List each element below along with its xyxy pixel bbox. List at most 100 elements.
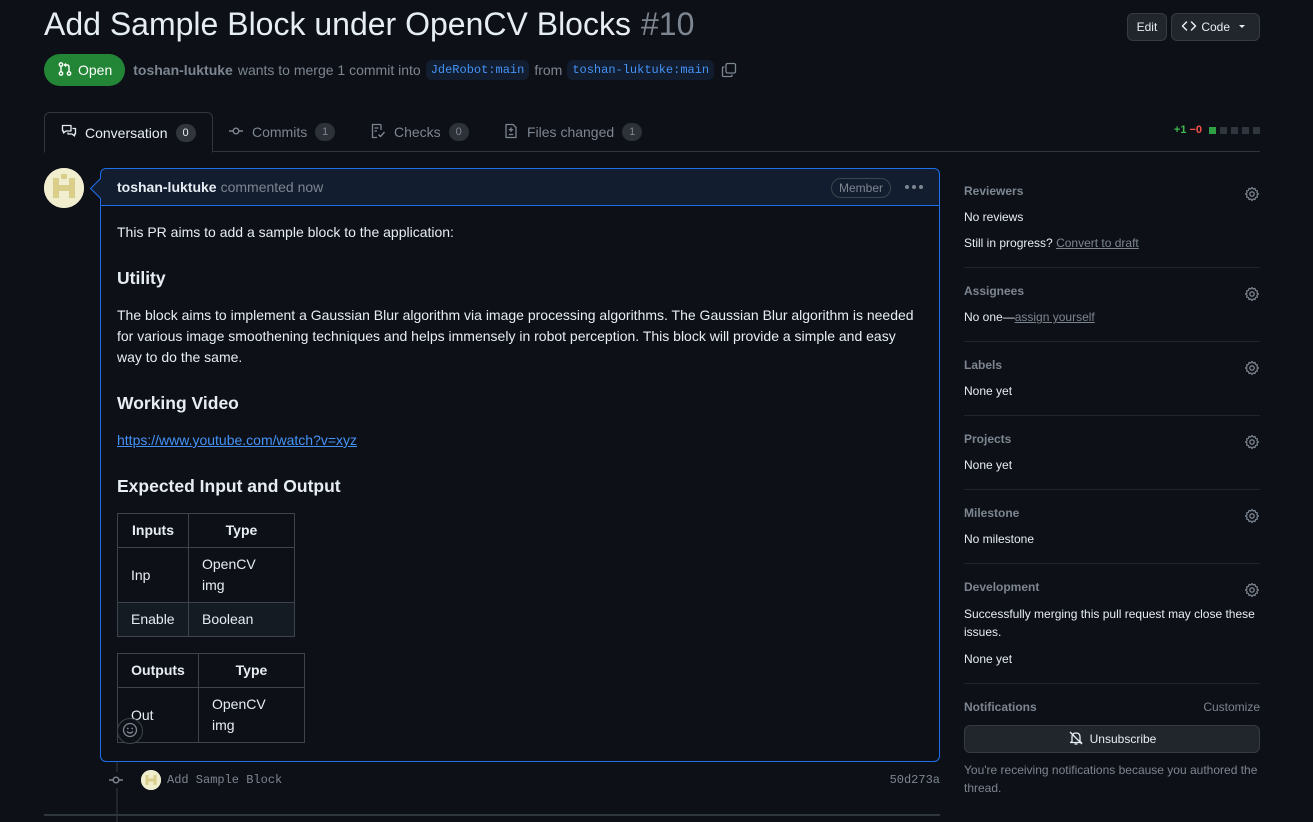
customize-link[interactable]: Customize bbox=[1203, 700, 1260, 714]
table-cell: Enable bbox=[117, 602, 189, 637]
merge-text: wants to merge 1 commit into bbox=[237, 62, 421, 78]
labels-value: None yet bbox=[964, 384, 1013, 398]
triangle-down-icon bbox=[1234, 18, 1250, 37]
development-note: Successfully merging this pull request m… bbox=[964, 607, 1255, 639]
milestone-value: No milestone bbox=[964, 532, 1035, 546]
table-row: Out OpenCV img bbox=[117, 687, 305, 743]
pr-author-link[interactable]: toshan-luktuke bbox=[133, 62, 233, 78]
table-row: Inp OpenCV img bbox=[117, 547, 295, 603]
sidebar-reviewers: Reviewers No reviews Still in progress? … bbox=[964, 168, 1260, 268]
sidebar-title[interactable]: Assignees bbox=[964, 284, 1260, 299]
pr-title: Add Sample Block under OpenCV Blocks #10 bbox=[44, 6, 694, 43]
gear-icon[interactable] bbox=[1244, 508, 1260, 527]
diffstat-box bbox=[1253, 126, 1260, 134]
diffstat-box bbox=[1209, 126, 1216, 134]
pr-page: Add Sample Block under OpenCV Blocks #10 … bbox=[44, 0, 1260, 822]
tab-counter: 0 bbox=[175, 123, 196, 142]
sidebar-title[interactable]: Projects bbox=[964, 432, 1260, 447]
sidebar-milestone: Milestone No milestone bbox=[964, 490, 1260, 564]
table-header-row: Outputs Type bbox=[117, 653, 305, 688]
kebab-horizontal-icon[interactable] bbox=[905, 179, 923, 195]
assign-yourself-link[interactable]: assign yourself bbox=[1015, 310, 1095, 324]
bell-slash-icon bbox=[1068, 730, 1084, 749]
add-reaction-button[interactable] bbox=[117, 718, 143, 744]
table-header-row: Inputs Type bbox=[117, 513, 295, 548]
gear-icon[interactable] bbox=[1244, 434, 1260, 453]
table-row: Enable Boolean bbox=[117, 602, 295, 637]
tab-label: Conversation bbox=[85, 124, 168, 141]
table-header-cell: Inputs bbox=[117, 513, 189, 548]
pr-title-row: Add Sample Block under OpenCV Blocks #10 bbox=[44, 6, 694, 42]
pr-description-comment: toshan-luktuke commented now Member This… bbox=[100, 168, 940, 762]
draft-row: Still in progress? Convert to draft bbox=[964, 235, 1260, 251]
diffstat-additions: +1 bbox=[1173, 124, 1187, 136]
table-cell: Inp bbox=[117, 547, 189, 603]
checklist-icon bbox=[370, 123, 386, 142]
pr-meta: Open toshan-luktuke wants to merge 1 com… bbox=[44, 54, 737, 86]
table-header-cell: Type bbox=[198, 653, 305, 688]
code-button-label: Code bbox=[1201, 20, 1230, 34]
pr-title-text: Add Sample Block under OpenCV Blocks bbox=[44, 5, 631, 42]
role-badge: Member bbox=[830, 178, 891, 198]
commit-author-avatar[interactable] bbox=[141, 770, 161, 790]
pr-number: #10 bbox=[640, 5, 695, 42]
inputs-table: Inputs Type Inp OpenCV img Enable Boolea… bbox=[117, 513, 295, 637]
comment-time[interactable]: commented now bbox=[221, 179, 324, 195]
table-cell: OpenCV img bbox=[198, 687, 305, 743]
tab-checks[interactable]: Checks 0 bbox=[354, 112, 485, 152]
head-branch[interactable]: toshan-luktuke:main bbox=[567, 60, 715, 80]
pr-tabs: Conversation 0 Commits 1 Checks 0 Files … bbox=[44, 112, 1260, 153]
git-commit-icon bbox=[228, 123, 244, 142]
tab-label: Files changed bbox=[527, 124, 615, 140]
comment-discussion-icon bbox=[61, 123, 77, 142]
diffstat-deletions: −0 bbox=[1189, 124, 1202, 136]
convert-to-draft-link[interactable]: Convert to draft bbox=[1056, 236, 1139, 250]
smiley-icon bbox=[122, 722, 138, 741]
gear-icon[interactable] bbox=[1244, 582, 1260, 601]
intro-text: This PR aims to add a sample block to th… bbox=[117, 224, 454, 240]
state-badge: Open bbox=[44, 54, 126, 86]
commit-sha[interactable]: 50d273a bbox=[890, 773, 940, 787]
video-link[interactable]: https://www.youtube.com/watch?v=xyz bbox=[117, 432, 357, 448]
assignees-value: No one— bbox=[964, 310, 1015, 324]
heading-io: Expected Input and Output bbox=[117, 476, 341, 496]
sidebar-projects: Projects None yet bbox=[964, 416, 1260, 490]
notification-reason: You're receiving notifications because y… bbox=[964, 763, 1258, 795]
tab-counter: 1 bbox=[315, 123, 336, 141]
diffstat: +1 −0 bbox=[1174, 124, 1260, 136]
sidebar: Reviewers No reviews Still in progress? … bbox=[964, 168, 1260, 813]
diffstat-box bbox=[1231, 126, 1238, 134]
diffstat-box bbox=[1242, 126, 1249, 134]
commit-entry: Add Sample Block 50d273a bbox=[108, 770, 940, 790]
outputs-table: Outputs Type Out OpenCV img bbox=[117, 653, 305, 743]
gear-icon[interactable] bbox=[1244, 286, 1260, 305]
tab-label: Commits bbox=[252, 124, 308, 140]
sidebar-notifications: Notifications Customize Unsubscribe You'… bbox=[964, 684, 1260, 813]
gear-icon[interactable] bbox=[1244, 360, 1260, 379]
identicon bbox=[44, 168, 84, 208]
code-button[interactable]: Code bbox=[1171, 13, 1260, 41]
heading-utility: Utility bbox=[117, 268, 166, 288]
edit-button[interactable]: Edit bbox=[1126, 13, 1168, 41]
from-text: from bbox=[534, 62, 563, 78]
base-branch[interactable]: JdeRobot:main bbox=[425, 60, 530, 80]
tab-conversation[interactable]: Conversation 0 bbox=[44, 112, 213, 153]
copy-icon[interactable] bbox=[721, 62, 737, 78]
comment-author[interactable]: toshan-luktuke bbox=[117, 179, 217, 195]
sidebar-title[interactable]: Milestone bbox=[964, 506, 1260, 521]
commit-message[interactable]: Add Sample Block bbox=[167, 773, 282, 787]
table-header-cell: Type bbox=[188, 513, 295, 548]
projects-value: None yet bbox=[964, 458, 1013, 472]
sidebar-title[interactable]: Reviewers bbox=[964, 184, 1260, 199]
sidebar-title[interactable]: Labels bbox=[964, 358, 1260, 373]
sidebar-title[interactable]: Development bbox=[964, 580, 1260, 595]
sidebar-assignees: Assignees No one—assign yourself bbox=[964, 268, 1260, 342]
tab-files-changed[interactable]: Files changed 1 bbox=[487, 112, 658, 152]
gear-icon[interactable] bbox=[1244, 186, 1260, 205]
git-commit-icon bbox=[108, 772, 124, 788]
progress-text: Still in progress? bbox=[964, 236, 1053, 250]
tab-commits[interactable]: Commits 1 bbox=[212, 112, 351, 152]
merge-summary: toshan-luktuke wants to merge 1 commit i… bbox=[133, 60, 737, 80]
unsubscribe-button[interactable]: Unsubscribe bbox=[964, 725, 1260, 753]
author-avatar[interactable] bbox=[44, 168, 84, 208]
